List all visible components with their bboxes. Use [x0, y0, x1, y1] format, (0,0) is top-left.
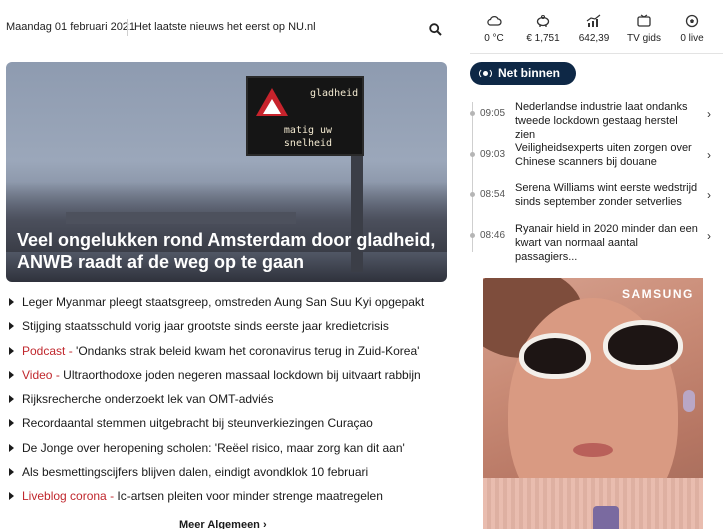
headline-text: 'Ondanks strak beleid kwam het coronavir…: [76, 343, 420, 358]
chevron-right-icon: ›: [707, 229, 711, 243]
current-date: Maandag 01 februari 2021: [6, 21, 136, 33]
news-time: 08:46: [480, 230, 506, 241]
timeline-dot: [470, 152, 475, 157]
sign-text: matig uw: [283, 125, 333, 136]
headline-text: Ultraorthodoxe joden negeren massaal loc…: [63, 367, 421, 382]
news-time: 09:05: [480, 108, 506, 119]
weather-label: 0 °C: [484, 33, 504, 44]
sign-text: gladheid: [310, 88, 359, 99]
headline-item[interactable]: Liveblog corona - Ic-artsen pleiten voor…: [8, 484, 448, 508]
tv-icon: [637, 14, 651, 27]
more-link[interactable]: Meer Algemeen ›: [179, 519, 267, 529]
chevron-right-icon: ›: [707, 107, 711, 121]
headline-item[interactable]: Recordaantal stemmen uitgebracht bij ste…: [8, 411, 448, 435]
stock-chart-icon: [586, 14, 601, 27]
search-icon[interactable]: [429, 23, 442, 36]
headline-item[interactable]: De Jonge over heropening scholen: 'Reëel…: [8, 436, 448, 460]
headline-label: Liveblog corona: [22, 489, 107, 504]
headline-item[interactable]: Rijksrecherche onderzoekt lek van OMT-ad…: [8, 387, 448, 411]
finance-label: € 1,751: [526, 33, 560, 44]
news-text: Ryanair hield in 2020 minder dan een kwa…: [515, 223, 698, 263]
samsung-advertisement[interactable]: SAMSUNG: [483, 278, 703, 529]
chevron-right-icon: ›: [707, 148, 711, 162]
sign-text: snelheid: [283, 138, 333, 149]
headline-text: Rijksrecherche onderzoekt lek van OMT-ad…: [22, 392, 274, 407]
news-text: Nederlandse industrie laat ondanks tweed…: [515, 101, 688, 141]
news-text: Serena Williams wint eerste wedstrijd si…: [515, 182, 698, 208]
ad-image-phone: [593, 506, 619, 529]
headline-item[interactable]: Stijging staatsschuld vorig jaar grootst…: [8, 314, 448, 338]
weather-cloud-icon: [487, 15, 502, 26]
ad-image-earbud: [683, 390, 695, 412]
headline-label: Video: [22, 367, 53, 382]
weather-widget[interactable]: 0 °C: [470, 12, 518, 52]
tv-label: TV gids: [627, 33, 661, 44]
headline-list: Leger Myanmar pleegt staatsgreep, omstre…: [8, 290, 448, 509]
news-item[interactable]: 09:05 Nederlandse industrie laat ondanks…: [470, 100, 720, 141]
service-widgets: 0 °C € 1,751 642,39 TV gids 0 live: [470, 12, 723, 52]
hero-title[interactable]: Veel ongelukken rond Amsterdam door glad…: [17, 229, 437, 273]
tagline: Het laatste nieuws het eerst op NU.nl: [134, 21, 316, 33]
news-item[interactable]: 08:54 Serena Williams wint eerste wedstr…: [470, 181, 720, 217]
headline-item[interactable]: Leger Myanmar pleegt staatsgreep, omstre…: [8, 290, 448, 314]
top-bar: Maandag 01 februari 2021 Het laatste nie…: [0, 0, 452, 56]
chevron-right-icon: ›: [707, 188, 711, 202]
finance-widget[interactable]: € 1,751: [519, 12, 567, 52]
timeline-dot: [470, 233, 475, 238]
headline-text: Leger Myanmar pleegt staatsgreep, omstre…: [22, 295, 425, 309]
headline-item[interactable]: Video - Ultraorthodoxe joden negeren mas…: [8, 363, 448, 387]
headline-item[interactable]: Podcast - 'Ondanks strak beleid kwam het…: [8, 339, 448, 363]
headline-text: Als besmettingscijfers blijven dalen, ei…: [22, 465, 369, 480]
net-binnen-title: Net binnen: [498, 66, 560, 80]
news-time: 08:54: [480, 189, 506, 200]
hero-image-bridge: [66, 212, 296, 224]
ad-image-lips: [573, 443, 613, 457]
headline-text: Stijging staatsschuld vorig jaar grootst…: [22, 319, 389, 334]
headline-label: Podcast: [22, 343, 66, 358]
ad-brand-logo: SAMSUNG: [622, 287, 694, 301]
headline-text: Ic-artsen pleiten voor minder strenge ma…: [117, 489, 383, 504]
news-time: 09:03: [480, 149, 506, 160]
net-binnen-badge[interactable]: Net binnen: [470, 62, 576, 85]
football-icon: [685, 14, 699, 28]
tv-widget[interactable]: TV gids: [620, 12, 668, 52]
timeline-dot: [470, 111, 475, 116]
headline-text: Recordaantal stemmen uitgebracht bij ste…: [22, 416, 373, 431]
stocks-widget[interactable]: 642,39: [570, 12, 618, 52]
ad-image-sunglasses-right: [603, 320, 683, 370]
headline-item[interactable]: Als besmettingscijfers blijven dalen, ei…: [8, 460, 448, 484]
divider: [127, 19, 128, 36]
live-label: 0 live: [680, 33, 704, 44]
piggy-bank-icon: [536, 14, 550, 27]
news-item[interactable]: 08:46 Ryanair hield in 2020 minder dan e…: [470, 222, 720, 263]
ad-image-sunglasses-left: [519, 333, 591, 379]
news-text: Veiligheidsexperts uiten zorgen over Chi…: [515, 142, 692, 168]
headline-text: De Jonge over heropening scholen: 'Reëel…: [22, 440, 405, 455]
news-item[interactable]: 09:03 Veiligheidsexperts uiten zorgen ov…: [470, 141, 720, 177]
timeline-dot: [470, 192, 475, 197]
live-sport-widget[interactable]: 0 live: [668, 12, 716, 52]
stocks-label: 642,39: [578, 33, 610, 44]
divider: [470, 53, 723, 54]
hero-image-road-sign: gladheid matig uw snelheid: [246, 76, 364, 156]
